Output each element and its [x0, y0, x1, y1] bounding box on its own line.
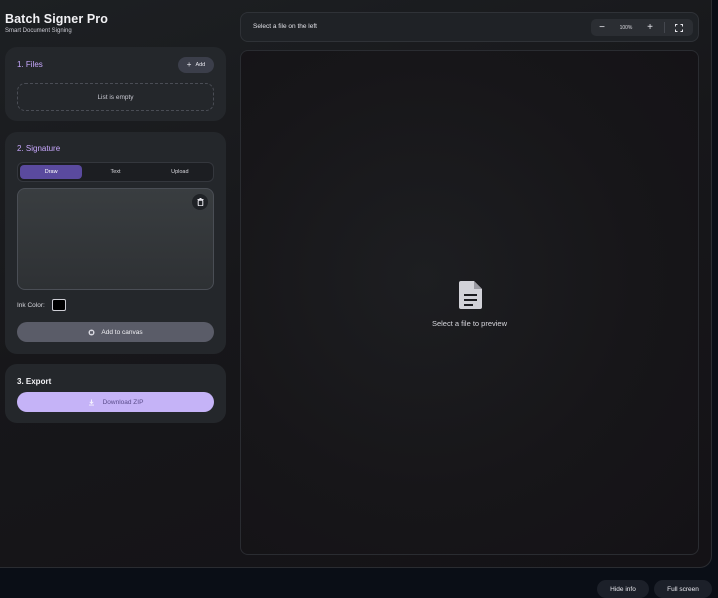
signature-title: 2. Signature — [17, 144, 61, 153]
fit-screen-button[interactable] — [668, 19, 690, 36]
add-to-canvas-button[interactable]: Add to canvas — [17, 322, 214, 342]
preview-toolbar: Select a file on the left − 100% + — [240, 12, 699, 42]
add-to-canvas-label: Add to canvas — [101, 328, 143, 336]
tab-text[interactable]: Text — [84, 165, 146, 179]
minus-icon: − — [599, 21, 605, 33]
tab-draw[interactable]: Draw — [20, 165, 83, 179]
fullscreen-button[interactable]: Full screen — [654, 580, 712, 598]
clear-signature-button[interactable] — [192, 194, 208, 210]
signature-panel: 2. Signature Draw Text Upload Ink Color: — [5, 132, 226, 354]
fullscreen-label: Full screen — [667, 585, 699, 593]
file-drop-zone[interactable]: List is empty — [17, 83, 214, 111]
toolbar-divider — [664, 22, 665, 33]
brand: Batch Signer Pro Smart Document Signing — [5, 12, 108, 34]
app-subtitle: Smart Document Signing — [5, 28, 72, 34]
plus-icon: + — [186, 60, 192, 69]
hide-info-button[interactable]: Hide info — [597, 580, 649, 598]
add-file-label: Add — [195, 62, 206, 68]
app-window: Batch Signer Pro Smart Document Signing … — [0, 0, 712, 568]
plus-icon: + — [647, 21, 653, 33]
app-title: Batch Signer Pro — [5, 12, 109, 26]
zoom-in-button[interactable]: + — [639, 19, 661, 36]
ink-color-row: Ink Color: — [17, 299, 66, 311]
zoom-level: 100% — [619, 24, 633, 31]
export-title: 3. Export — [17, 377, 52, 386]
document-icon — [459, 281, 482, 309]
preview-toolbar-title: Select a file on the left — [253, 23, 317, 30]
signature-canvas[interactable] — [17, 188, 214, 290]
files-title: 1. Files — [17, 60, 43, 69]
tab-upload[interactable]: Upload — [149, 165, 211, 179]
stamp-icon — [88, 329, 95, 335]
empty-list-text: List is empty — [97, 93, 134, 101]
add-file-button[interactable]: + Add — [178, 57, 214, 73]
signature-mode-tabs: Draw Text Upload — [17, 162, 214, 182]
download-zip-label: Download ZIP — [102, 398, 144, 406]
trash-icon — [197, 198, 203, 206]
export-panel: 3. Export Download ZIP — [5, 364, 226, 423]
hide-info-label: Hide info — [610, 585, 636, 593]
files-panel: 1. Files + Add List is empty — [5, 47, 226, 121]
preview-placeholder: Select a file to preview — [431, 319, 508, 328]
download-icon — [88, 399, 94, 405]
preview-area: Select a file to preview — [240, 50, 699, 555]
zoom-out-button[interactable]: − — [591, 19, 613, 36]
zoom-controls: − 100% + — [591, 19, 693, 36]
ink-color-picker[interactable] — [51, 299, 66, 311]
ink-color-label: Ink Color: — [17, 301, 45, 309]
expand-icon — [675, 23, 683, 32]
download-zip-button[interactable]: Download ZIP — [17, 392, 214, 412]
